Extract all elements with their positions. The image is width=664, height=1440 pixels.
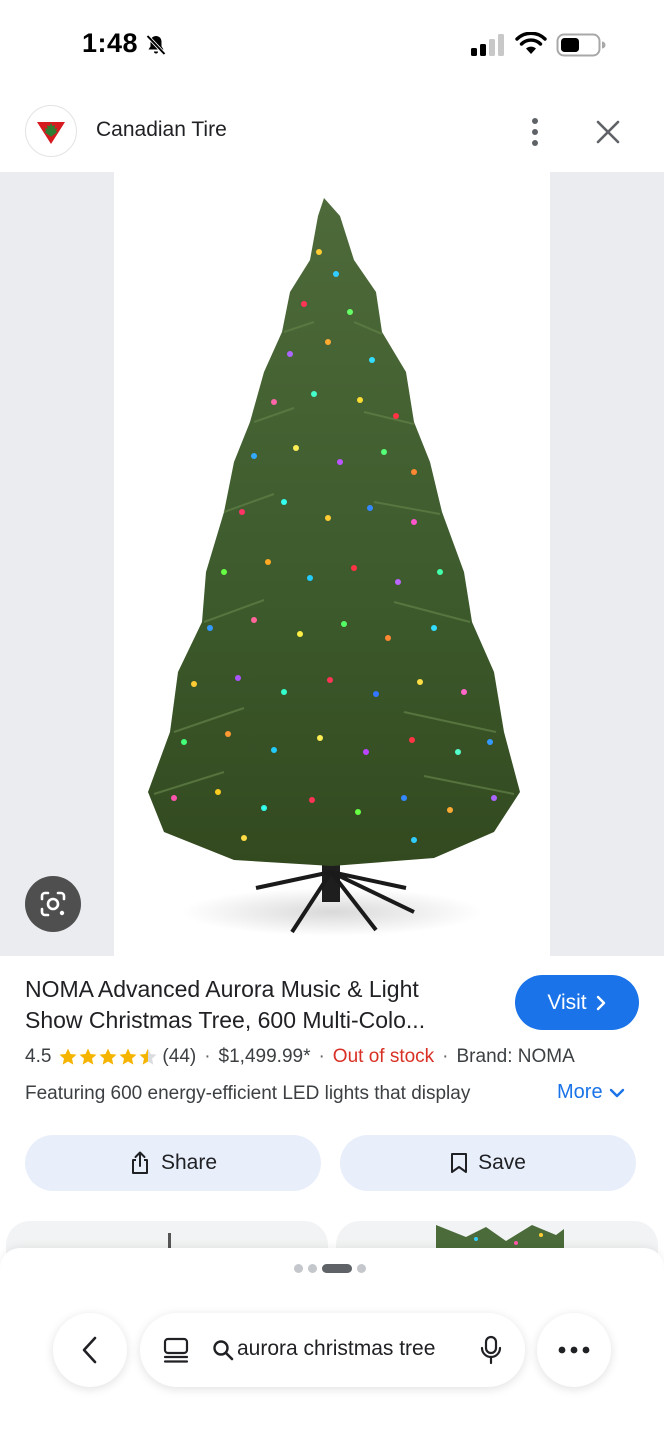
product-title[interactable]: NOMA Advanced Aurora Music & Light Show … <box>25 974 495 1036</box>
christmas-tree-image <box>148 198 520 936</box>
more-horizontal-icon <box>558 1346 590 1354</box>
share-label: Share <box>160 1151 218 1174</box>
separator: · <box>318 1046 325 1067</box>
brand: Brand: NOMA <box>456 1046 575 1067</box>
carousel-page-indicator <box>294 1264 366 1273</box>
review-count[interactable]: (44) <box>162 1046 196 1068</box>
canadian-tire-logo-icon <box>37 122 65 144</box>
product-meta: 4.5 (44) · $1,499.99* · Out of stock · B… <box>25 1046 645 1068</box>
battery-icon <box>556 33 606 57</box>
price: $1,499.99* <box>218 1046 311 1067</box>
search-icon <box>213 1340 234 1361</box>
site-logo[interactable] <box>25 105 77 157</box>
wifi-icon <box>515 32 547 54</box>
rating-value: 4.5 <box>25 1046 52 1067</box>
chevron-down-icon <box>609 1088 624 1097</box>
save-button[interactable]: Save <box>340 1135 636 1191</box>
more-button[interactable]: More <box>557 1081 625 1104</box>
product-image <box>114 172 550 956</box>
page-dot <box>294 1264 303 1273</box>
search-bar[interactable]: aurora christmas tree <box>140 1313 525 1387</box>
site-header: Canadian Tire <box>0 100 664 164</box>
chevron-left-icon <box>82 1336 97 1364</box>
status-time: 1:48 <box>82 28 139 58</box>
separator: · <box>442 1046 449 1067</box>
search-query[interactable]: aurora christmas tree <box>237 1337 435 1361</box>
close-icon[interactable] <box>592 116 624 148</box>
share-button[interactable]: Share <box>25 1135 321 1191</box>
product-title-line-2: Show Christmas Tree, 600 Multi-Colo... <box>25 1007 426 1033</box>
back-button[interactable] <box>53 1313 127 1387</box>
bookmark-icon <box>451 1153 468 1173</box>
status-bar: 1:48 <box>0 0 664 92</box>
page-dot <box>357 1264 366 1273</box>
product-description: Featuring 600 energy-efficient LED light… <box>25 1083 471 1104</box>
product-image-area[interactable] <box>0 172 664 956</box>
save-label: Save <box>478 1151 526 1174</box>
more-label: More <box>557 1081 603 1103</box>
visit-button[interactable]: Visit <box>515 975 639 1030</box>
microphone-icon[interactable] <box>480 1335 502 1365</box>
separator: · <box>204 1046 211 1067</box>
page-dot-active <box>322 1264 352 1273</box>
star-rating-icon <box>59 1048 157 1065</box>
product-title-line-1: NOMA Advanced Aurora Music & Light <box>25 976 419 1002</box>
stock-status: Out of stock <box>332 1046 435 1067</box>
google-lens-button[interactable] <box>25 876 81 932</box>
more-menu-button[interactable] <box>537 1313 611 1387</box>
tabs-icon[interactable] <box>162 1336 190 1364</box>
visit-label: Visit <box>547 990 587 1014</box>
rating-stars <box>58 1047 158 1067</box>
lens-icon <box>40 891 66 917</box>
share-icon <box>131 1151 148 1174</box>
cellular-signal-icon <box>471 34 504 56</box>
site-name: Canadian Tire <box>96 118 227 141</box>
bell-slash-icon <box>146 34 166 56</box>
chevron-right-icon <box>596 995 605 1010</box>
page-dot <box>308 1264 317 1273</box>
more-options-icon[interactable] <box>522 114 548 150</box>
